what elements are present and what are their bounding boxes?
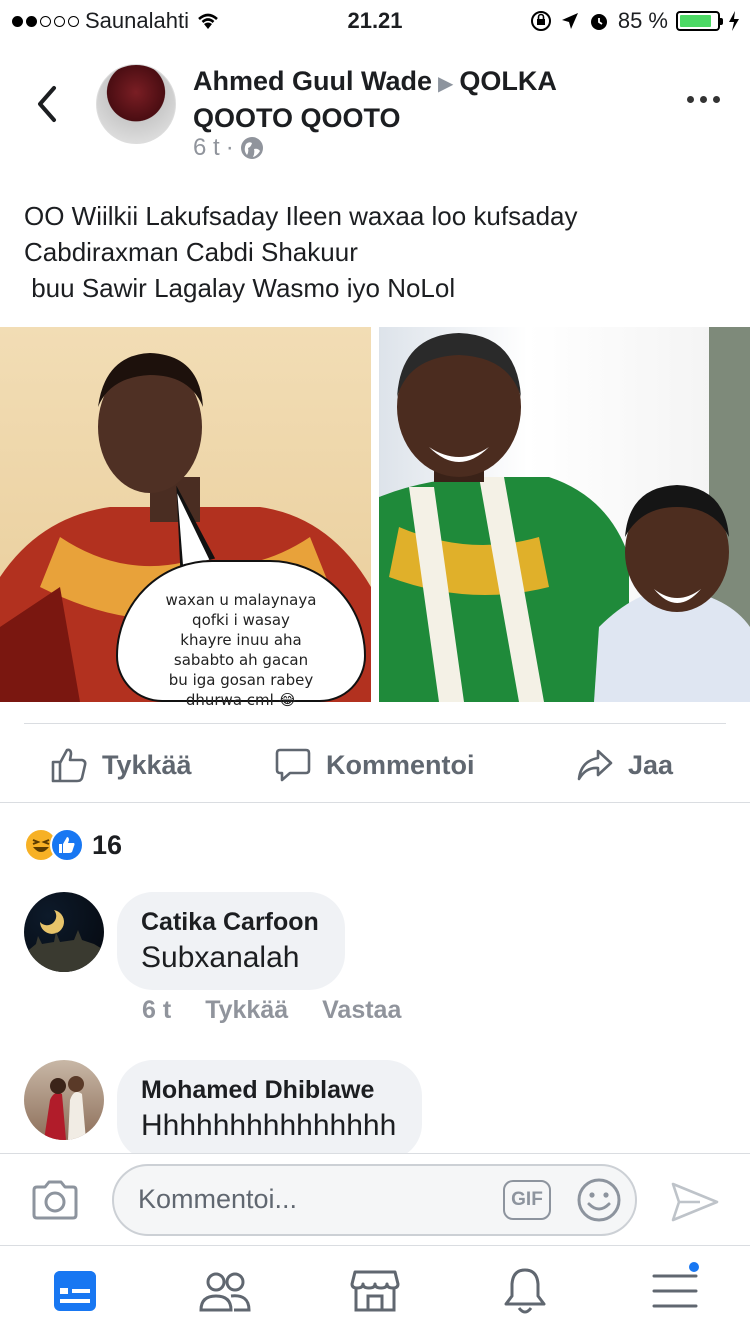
post-actions: Tykkää Kommentoi Jaa [0, 740, 750, 790]
comment-button[interactable]: Kommentoi [274, 740, 475, 790]
commenter-avatar[interactable] [24, 892, 104, 972]
like-reaction-icon [50, 828, 84, 862]
caption-line: sababto ah gacan [173, 651, 309, 669]
post-text: OO Wiilkii Lakufsaday Ileen waxaa loo ku… [24, 198, 724, 306]
thumbs-up-icon [51, 748, 87, 783]
commenter-avatar[interactable] [24, 1060, 104, 1140]
battery-fill [680, 15, 711, 27]
gif-button[interactable]: GIF [503, 1180, 551, 1220]
caption-line: dhurwa cml 😂 [185, 691, 297, 709]
share-button[interactable]: Jaa [576, 740, 673, 790]
location-icon [561, 13, 578, 29]
news-feed-icon [54, 1271, 96, 1311]
author-name[interactable]: Ahmed Guul Wade [193, 66, 432, 96]
comment-meta: 6 t Tykkää Vastaa [142, 996, 401, 1025]
caption-line: waxan u malaynaya [165, 591, 317, 609]
marketplace-icon [350, 1270, 400, 1312]
author-avatar[interactable] [96, 64, 176, 144]
charging-icon [729, 11, 739, 31]
tab-marketplace[interactable] [347, 1266, 403, 1316]
reaction-count: 16 [92, 829, 123, 860]
post-text-line: buu Sawir Lagalay Wasmo iyo NoLol [24, 273, 456, 303]
send-icon[interactable] [670, 1180, 720, 1224]
speech-bubble: waxan u malaynaya qofki i wasay khayre i… [116, 560, 366, 709]
share-label: Jaa [628, 749, 674, 780]
comment-reply-link[interactable]: Vastaa [322, 996, 401, 1025]
caption-line: qofki i wasay [192, 611, 290, 629]
post-title: Ahmed Guul Wade ▶ QOLKA QOOTO QOOTO [193, 64, 643, 135]
people-photo-right [379, 327, 750, 702]
globe-icon [240, 137, 263, 159]
caption-line: khayre inuu aha [180, 631, 302, 649]
battery-icon [676, 11, 723, 31]
alarm-icon [590, 14, 607, 30]
commenter-name[interactable]: Catika Carfoon [141, 906, 319, 938]
tab-notifications[interactable] [497, 1266, 553, 1316]
smiley-icon[interactable] [576, 1177, 622, 1223]
orientation-lock-icon [530, 11, 551, 31]
status-bar: Saunalahti 21.21 85 % [0, 0, 750, 40]
comment-like-link[interactable]: Tykkää [205, 996, 288, 1025]
comment-bubble[interactable]: Catika Carfoon Subxanalah [117, 892, 345, 990]
tab-menu[interactable] [647, 1260, 703, 1316]
like-button[interactable]: Tykkää [50, 740, 192, 790]
tab-friends[interactable] [197, 1266, 253, 1316]
more-icon[interactable] [687, 96, 720, 103]
post-photo-right[interactable] [379, 327, 750, 702]
caption-line: bu iga gosan rabey [168, 671, 314, 689]
battery-percent: 85 % [617, 8, 668, 33]
share-icon [577, 749, 613, 781]
arrow-right-icon: ▶ [438, 73, 454, 95]
divider [0, 802, 750, 803]
comment-label: Kommentoi [326, 749, 475, 780]
comment-text: Subxanalah [141, 941, 300, 974]
post-text-line: Cabdiraxman Cabdi Shakuur [24, 237, 358, 267]
notification-dot [687, 1260, 701, 1274]
commenter-name[interactable]: Mohamed Dhiblawe [141, 1074, 396, 1106]
like-label: Tykkää [102, 749, 192, 780]
tab-news-feed[interactable] [47, 1266, 103, 1316]
divider [24, 723, 726, 724]
tab-bar [0, 1245, 750, 1334]
reactions-summary[interactable]: 16 [24, 828, 122, 862]
comment-text: Hhhhhhhhhhhhhhh [141, 1109, 397, 1142]
comment-time: 6 t [142, 996, 172, 1024]
post-text-line: OO Wiilkii Lakufsaday Ileen waxaa loo ku… [24, 201, 578, 231]
meta-separator: · [225, 134, 234, 161]
menu-icon [652, 1274, 698, 1308]
chevron-left-icon[interactable] [30, 82, 66, 126]
post-meta: 6 t · [193, 134, 264, 162]
friends-icon [199, 1272, 251, 1312]
comment-composer: Kommentoi... GIF [0, 1153, 750, 1245]
camera-icon[interactable] [30, 1178, 80, 1222]
comment-input[interactable]: Kommentoi... GIF [112, 1164, 637, 1236]
comment-icon [275, 748, 311, 782]
post-time[interactable]: 6 t [193, 134, 220, 162]
notifications-icon [504, 1268, 546, 1314]
status-right: 85 % [530, 8, 740, 34]
comment-placeholder: Kommentoi... [138, 1184, 298, 1214]
comment-bubble[interactable]: Mohamed Dhiblawe Hhhhhhhhhhhhhhh [117, 1060, 423, 1160]
